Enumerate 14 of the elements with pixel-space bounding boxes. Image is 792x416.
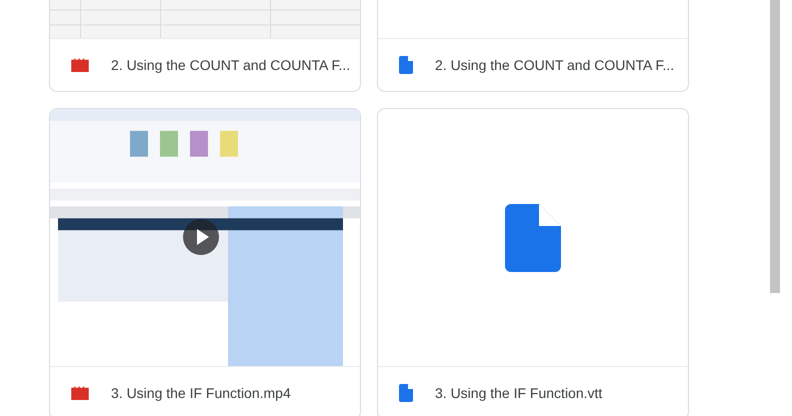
document-icon [399,384,413,402]
file-name: 3. Using the IF Function.mp4 [111,385,291,402]
file-card[interactable]: 2. Using the COUNT and COUNTA F... [49,0,361,92]
file-card[interactable]: 2. Using the COUNT and COUNTA F... [377,0,689,92]
video-icon [71,386,89,400]
file-card[interactable]: 3. Using the IF Function.vtt [377,108,689,416]
file-name: 2. Using the COUNT and COUNTA F... [435,57,674,74]
document-icon [505,204,561,272]
file-name: 2. Using the COUNT and COUNTA F... [111,57,350,74]
scrollbar[interactable] [770,0,780,293]
video-icon [71,58,89,72]
document-icon [399,56,413,74]
file-card[interactable]: 3. Using the IF Function.mp4 [49,108,361,416]
file-name: 3. Using the IF Function.vtt [435,385,602,402]
